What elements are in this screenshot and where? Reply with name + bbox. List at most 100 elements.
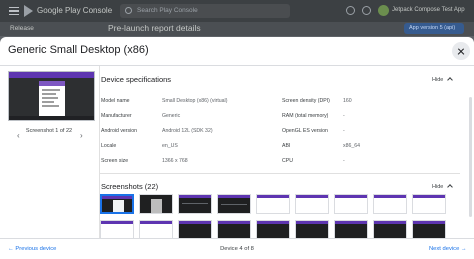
spec-value-screen-size: 1366 x 768 bbox=[162, 158, 188, 164]
spec-value-android-version: Android 12L (SDK 32) bbox=[162, 128, 213, 134]
screenshot-thumbnail[interactable] bbox=[139, 194, 173, 214]
thumbnail-line bbox=[221, 204, 247, 205]
spec-label-model: Model name bbox=[101, 98, 130, 104]
screenshot-thumbnail[interactable] bbox=[334, 220, 368, 240]
hide-specs-button[interactable]: Hide bbox=[432, 77, 454, 83]
thumbnail-app-bar bbox=[335, 221, 367, 224]
top-app-bar: Google Play Console Search Play Console … bbox=[0, 0, 474, 22]
screenshots-title: Screenshots (22) bbox=[101, 182, 159, 191]
spec-label-opengl: OpenGL ES version bbox=[282, 128, 328, 134]
thumbnail-app-bar bbox=[179, 221, 211, 224]
hide-screenshots-button[interactable]: Hide bbox=[432, 184, 454, 190]
notifications-icon[interactable] bbox=[346, 6, 355, 15]
chevron-up-icon bbox=[447, 184, 454, 190]
spec-value-dpi: 160 bbox=[343, 98, 352, 104]
thumbnail-app-bar bbox=[218, 195, 250, 198]
spec-label-screen-size: Screen size bbox=[101, 158, 129, 164]
preview-line bbox=[42, 93, 56, 95]
thumbnail-app-bar bbox=[101, 221, 133, 224]
menu-icon[interactable] bbox=[9, 7, 19, 15]
search-bar[interactable]: Search Play Console bbox=[120, 4, 290, 18]
screenshot-preview[interactable] bbox=[8, 71, 95, 121]
close-icon[interactable] bbox=[452, 42, 470, 60]
preview-line bbox=[42, 89, 60, 91]
next-device-label: Next device bbox=[429, 246, 460, 252]
screenshot-thumbnail[interactable] bbox=[139, 220, 173, 240]
dialog-title: Generic Small Desktop (x86) bbox=[8, 44, 149, 56]
screenshot-thumbnail[interactable] bbox=[373, 194, 407, 214]
avatar[interactable] bbox=[378, 5, 389, 16]
search-icon bbox=[125, 7, 132, 14]
thumbnail-line bbox=[182, 203, 208, 204]
screenshot-thumbnail[interactable] bbox=[178, 220, 212, 240]
thumbnail-window bbox=[151, 199, 162, 213]
spec-value-manufacturer: Generic bbox=[162, 113, 181, 119]
thumbnail-app-bar bbox=[296, 221, 328, 224]
hide-screenshots-label: Hide bbox=[432, 184, 444, 190]
thumbnail-app-bar bbox=[413, 195, 445, 198]
title-divider bbox=[0, 65, 474, 66]
previous-device-label: Previous device bbox=[15, 246, 57, 252]
next-device-button[interactable]: Next device → bbox=[429, 246, 467, 252]
brand-name: Google Play Console bbox=[37, 6, 113, 15]
spec-label-abi: ABI bbox=[282, 143, 291, 149]
hide-specs-label: Hide bbox=[432, 77, 444, 83]
spec-value-locale: en_US bbox=[162, 143, 178, 149]
release-label[interactable]: Release bbox=[10, 25, 34, 32]
chevron-left-icon[interactable]: ‹ bbox=[17, 131, 20, 140]
screenshot-thumbnail[interactable] bbox=[334, 194, 368, 214]
thumbnail-app-bar bbox=[218, 221, 250, 224]
screenshot-thumbnail[interactable] bbox=[256, 194, 290, 214]
app-version-button[interactable]: App version 5 (api) bbox=[404, 23, 464, 34]
screenshot-thumbnail[interactable] bbox=[217, 194, 251, 214]
search-placeholder: Search Play Console bbox=[137, 7, 198, 14]
thumbnail-app-bar bbox=[257, 195, 289, 198]
arrow-left-icon: ← bbox=[8, 246, 14, 252]
thumbnail-app-bar bbox=[257, 221, 289, 224]
screenshot-thumbnail[interactable] bbox=[412, 220, 446, 240]
subheader: Release Pre-launch report details App ve… bbox=[0, 22, 474, 36]
thumbnail-app-bar bbox=[413, 221, 445, 224]
spec-label-manufacturer: Manufacturer bbox=[101, 113, 132, 119]
previous-device-button[interactable]: ← Previous device bbox=[8, 246, 56, 252]
spec-value-abi: x86_64 bbox=[343, 143, 361, 149]
preview-app-bar bbox=[9, 72, 94, 78]
thumbnail-app-bar bbox=[374, 221, 406, 224]
chevron-right-icon[interactable]: › bbox=[80, 131, 83, 140]
preview-line bbox=[42, 101, 54, 103]
thumbnail-app-bar bbox=[140, 221, 172, 224]
spec-label-cpu: CPU bbox=[282, 158, 293, 164]
screenshot-caption: Screenshot 1 of 22 bbox=[25, 128, 73, 134]
screenshot-thumbnail[interactable] bbox=[100, 220, 134, 240]
spec-label-dpi: Screen density (DPI) bbox=[282, 98, 330, 104]
account-name[interactable]: Jetpack Compose Test App bbox=[392, 7, 465, 13]
dialog-scrollbar[interactable] bbox=[469, 97, 472, 217]
thumbnail-app-bar bbox=[335, 195, 367, 198]
device-counter: Device 4 of 8 bbox=[220, 246, 254, 252]
spec-value-ram: - bbox=[343, 113, 345, 119]
screenshot-thumbnail[interactable] bbox=[295, 220, 329, 240]
screenshot-thumbnail[interactable] bbox=[412, 194, 446, 214]
thumbnail-app-bar bbox=[102, 196, 132, 199]
play-logo-icon bbox=[24, 5, 33, 17]
preview-window-bar bbox=[39, 81, 65, 86]
screenshot-thumbnail[interactable] bbox=[100, 194, 134, 214]
spec-value-opengl: - bbox=[343, 128, 345, 134]
spec-label-locale: Locale bbox=[101, 143, 117, 149]
device-details-dialog: Generic Small Desktop (x86) ‹ Screenshot… bbox=[0, 37, 474, 259]
screenshot-thumbnail[interactable] bbox=[256, 220, 290, 240]
preview-taskbar bbox=[9, 116, 94, 120]
device-specifications-title: Device specifications bbox=[101, 75, 172, 84]
spec-label-ram: RAM (total memory) bbox=[282, 113, 329, 119]
screenshot-thumbnail[interactable] bbox=[373, 220, 407, 240]
screenshot-thumbnail[interactable] bbox=[217, 220, 251, 240]
section-divider bbox=[100, 173, 460, 174]
spec-label-android-version: Android version bbox=[101, 128, 138, 134]
screenshot-thumbnail[interactable] bbox=[178, 194, 212, 214]
screenshot-thumbnail[interactable] bbox=[295, 194, 329, 214]
page-title: Pre-launch report details bbox=[108, 23, 201, 33]
preview-line bbox=[42, 105, 59, 107]
help-icon[interactable] bbox=[362, 6, 371, 15]
spec-value-model: Small Desktop (x86) (virtual) bbox=[162, 98, 228, 104]
preview-window bbox=[39, 81, 65, 119]
